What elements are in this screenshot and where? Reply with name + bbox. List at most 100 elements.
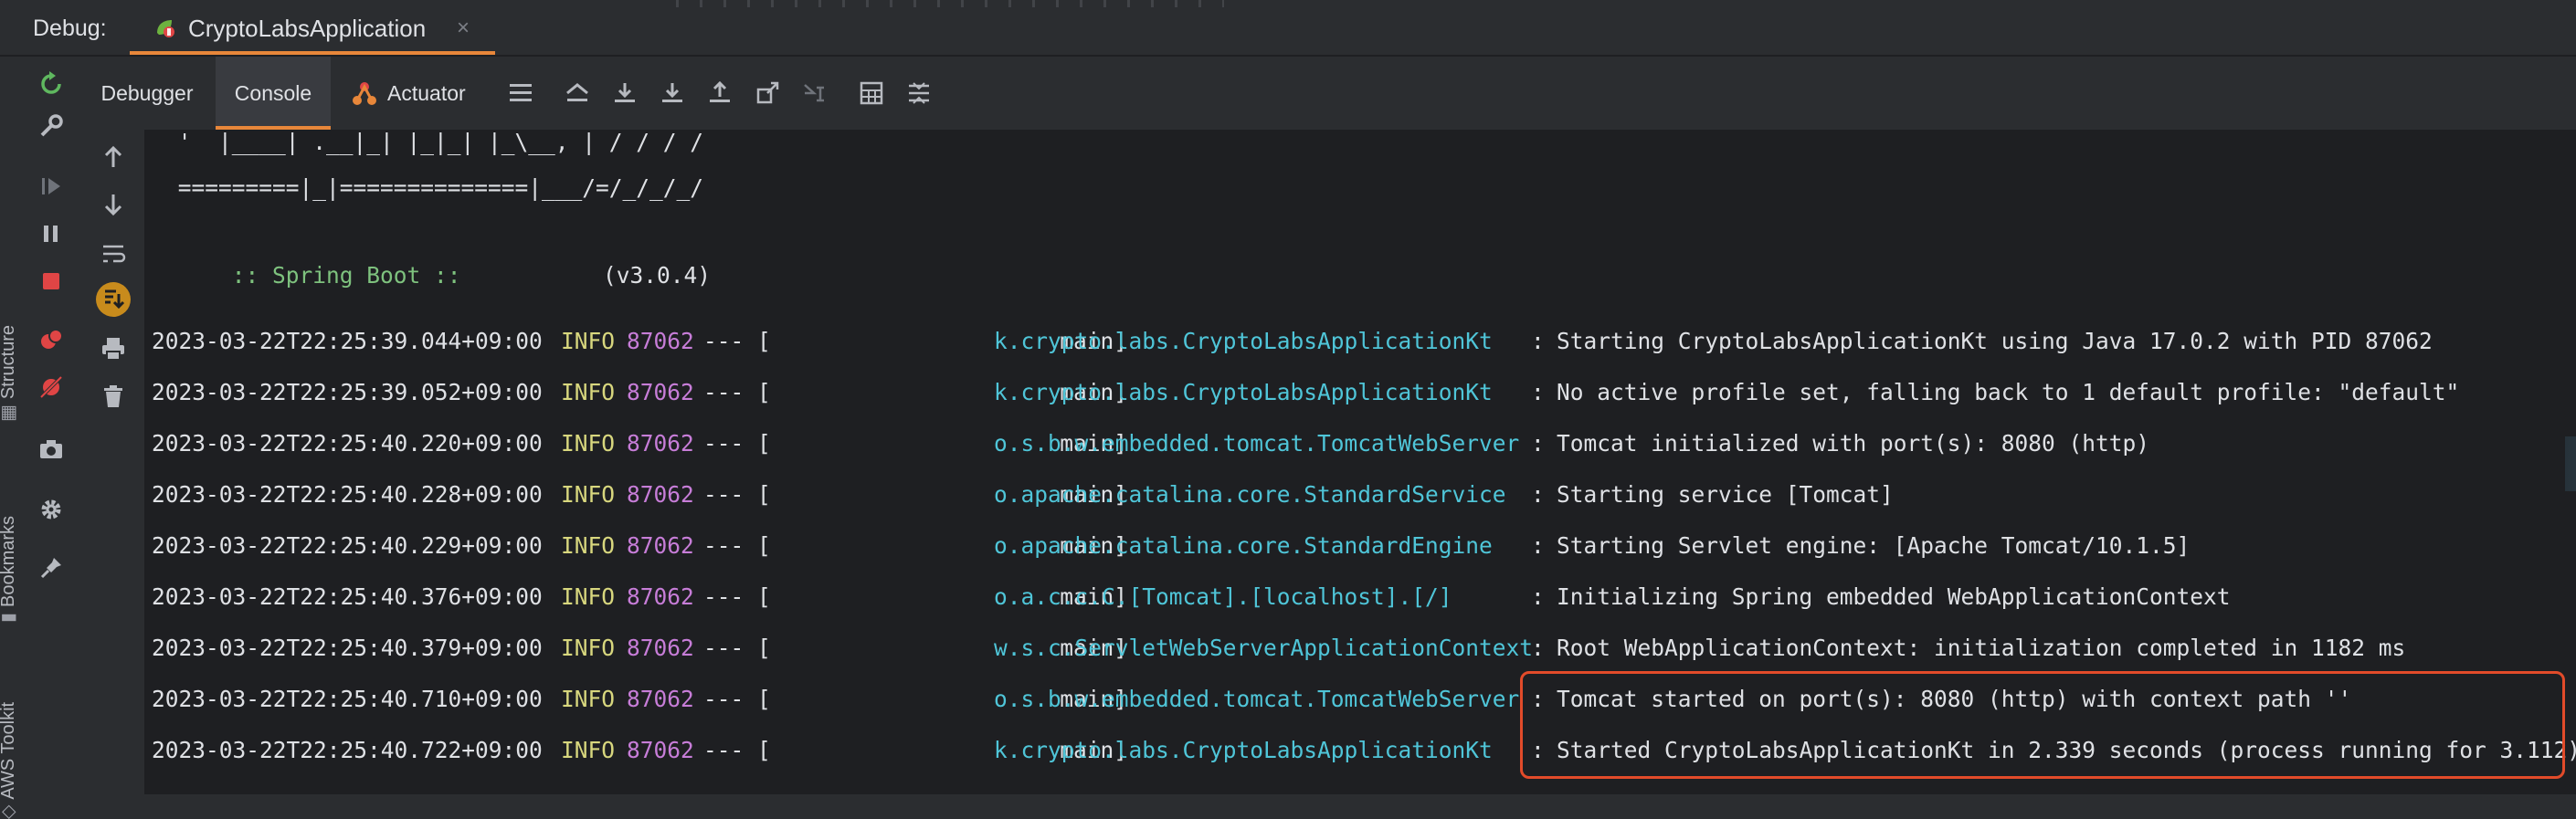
log-level: INFO — [561, 686, 616, 712]
log-level: INFO — [561, 481, 616, 508]
debug-label: Debug: — [33, 16, 107, 41]
log-logger[interactable]: o.s.b.w.embedded.tomcat.TomcatWebServer — [994, 425, 1519, 462]
printer-icon — [102, 338, 124, 361]
stop-button[interactable] — [33, 263, 69, 299]
bookmark-icon: ▮ — [0, 612, 18, 623]
scroll-up-button[interactable] — [95, 139, 132, 175]
debug-subtabs-bar: Debugger Console Actuator — [82, 57, 2576, 130]
structure-tool-tab[interactable]: ▦ Structure — [0, 325, 19, 422]
scroll-to-end-icon — [96, 282, 131, 317]
modify-config-button[interactable] — [33, 108, 69, 144]
log-ts: 2023-03-22T22:25:40.220+09:00 — [152, 430, 543, 457]
run-to-cursor-icon — [804, 84, 824, 102]
log-colon: : — [1531, 328, 1545, 354]
log-ts: 2023-03-22T22:25:40.710+09:00 — [152, 686, 543, 712]
spring-boot-version: (v3.0.4) — [603, 262, 712, 289]
pin-tab-button[interactable] — [33, 550, 69, 586]
log-logger[interactable]: o.s.b.w.embedded.tomcat.TomcatWebServer — [994, 681, 1519, 718]
execution-point-icon — [566, 83, 588, 101]
arrow-down-icon — [104, 194, 122, 216]
log-colon: : — [1531, 635, 1545, 661]
step-into-button[interactable] — [656, 77, 689, 110]
soft-wrap-button[interactable] — [95, 236, 132, 272]
log-msg: Starting service [Tomcat] — [1557, 481, 1894, 508]
hatch-decoration — [676, 0, 1224, 7]
log-colon: : — [1531, 583, 1545, 610]
evaluate-expression-button[interactable] — [855, 77, 888, 110]
log-sep: --- [ — [703, 379, 771, 405]
run-to-cursor-button[interactable] — [798, 77, 831, 110]
step-over-button[interactable] — [608, 77, 641, 110]
spring-run-icon — [157, 20, 174, 37]
bookmarks-tool-tab[interactable]: ▮ Bookmarks — [0, 516, 19, 623]
log-pid: 87062 — [627, 583, 694, 610]
log-ts: 2023-03-22T22:25:40.228+09:00 — [152, 481, 543, 508]
stop-icon — [43, 273, 59, 289]
log-logger[interactable]: o.apache.catalina.core.StandardEngine — [994, 528, 1493, 564]
close-icon[interactable]: × — [457, 0, 470, 57]
pause-icon — [44, 226, 58, 242]
step-over-icon — [615, 83, 635, 102]
view-breakpoints-button[interactable] — [33, 321, 69, 358]
log-level: INFO — [561, 583, 616, 610]
tab-actuator[interactable]: Actuator — [340, 57, 486, 130]
pin-icon — [40, 558, 61, 579]
resume-button[interactable] — [33, 168, 69, 205]
tab-actuator-label: Actuator — [387, 81, 466, 105]
log-level: INFO — [561, 532, 616, 559]
drop-frame-button[interactable] — [751, 77, 784, 110]
clear-all-button[interactable] — [95, 378, 132, 415]
log-ts: 2023-03-22T22:25:40.229+09:00 — [152, 532, 543, 559]
log-colon: : — [1531, 430, 1545, 457]
log-logger[interactable]: w.s.c.ServletWebServerApplicationContext — [994, 630, 1533, 667]
structure-icon: ▦ — [0, 404, 18, 422]
banner-line-1: ' |____| .__|_| |_|_| |_\__, | / / / / — [164, 130, 704, 155]
log-pid: 87062 — [627, 379, 694, 405]
pause-button[interactable] — [33, 215, 69, 252]
tab-console[interactable]: Console — [216, 57, 331, 130]
scroll-down-button[interactable] — [95, 186, 132, 223]
log-sep: --- [ — [703, 328, 771, 354]
aws-toolkit-tool-tab[interactable]: ◇ AWS Toolkit — [0, 702, 19, 819]
step-into-icon — [662, 83, 682, 102]
log-logger[interactable]: k.crypto.labs.CryptoLabsApplicationKt — [994, 323, 1493, 360]
log-msg: Starting CryptoLabsApplicationKt using J… — [1557, 328, 2433, 354]
rerun-icon — [41, 71, 61, 94]
breakpoints-icon — [41, 329, 63, 349]
calculator-icon — [860, 81, 883, 105]
log-ts: 2023-03-22T22:25:40.722+09:00 — [152, 737, 543, 763]
rerun-button[interactable] — [33, 66, 69, 102]
log-logger[interactable]: o.a.c.c.C.[Tomcat].[localhost].[/] — [994, 579, 1452, 615]
log-pid: 87062 — [627, 686, 694, 712]
log-msg: Root WebApplicationContext: initializati… — [1557, 635, 2406, 661]
log-level: INFO — [561, 379, 616, 405]
log-sep: --- [ — [703, 532, 771, 559]
mute-breakpoints-button[interactable] — [33, 369, 69, 405]
arrow-up-icon — [104, 145, 122, 167]
log-logger[interactable]: o.apache.catalina.core.StandardService — [994, 477, 1506, 513]
log-logger[interactable]: k.crypto.labs.CryptoLabsApplicationKt — [994, 374, 1493, 411]
print-button[interactable] — [95, 331, 132, 367]
resume-icon — [42, 178, 60, 194]
session-tab[interactable]: CryptoLabsApplication × — [130, 0, 495, 55]
log-logger[interactable]: k.crypto.labs.CryptoLabsApplicationKt — [994, 732, 1493, 769]
get-thread-dump-button[interactable] — [33, 431, 69, 467]
scroll-to-end-button[interactable] — [95, 281, 132, 318]
log-pid: 87062 — [627, 737, 694, 763]
log-pid: 87062 — [627, 532, 694, 559]
log-colon: : — [1531, 379, 1545, 405]
trace-current-stream-button[interactable] — [903, 77, 935, 110]
log-sep: --- [ — [703, 481, 771, 508]
bookmarks-label: Bookmarks — [0, 515, 18, 607]
camera-icon — [40, 440, 62, 458]
log-sep: --- [ — [703, 583, 771, 610]
settings-button[interactable] — [33, 491, 69, 528]
log-msg: Starting Servlet engine: [Apache Tomcat/… — [1557, 532, 2191, 559]
drop-frame-icon — [756, 81, 779, 104]
show-execution-point-button[interactable] — [561, 77, 594, 110]
step-out-button[interactable] — [703, 77, 736, 110]
layout-menu-button[interactable] — [504, 77, 537, 110]
hamburger-icon — [510, 84, 532, 101]
log-ts: 2023-03-22T22:25:39.052+09:00 — [152, 379, 543, 405]
log-pid: 87062 — [627, 635, 694, 661]
